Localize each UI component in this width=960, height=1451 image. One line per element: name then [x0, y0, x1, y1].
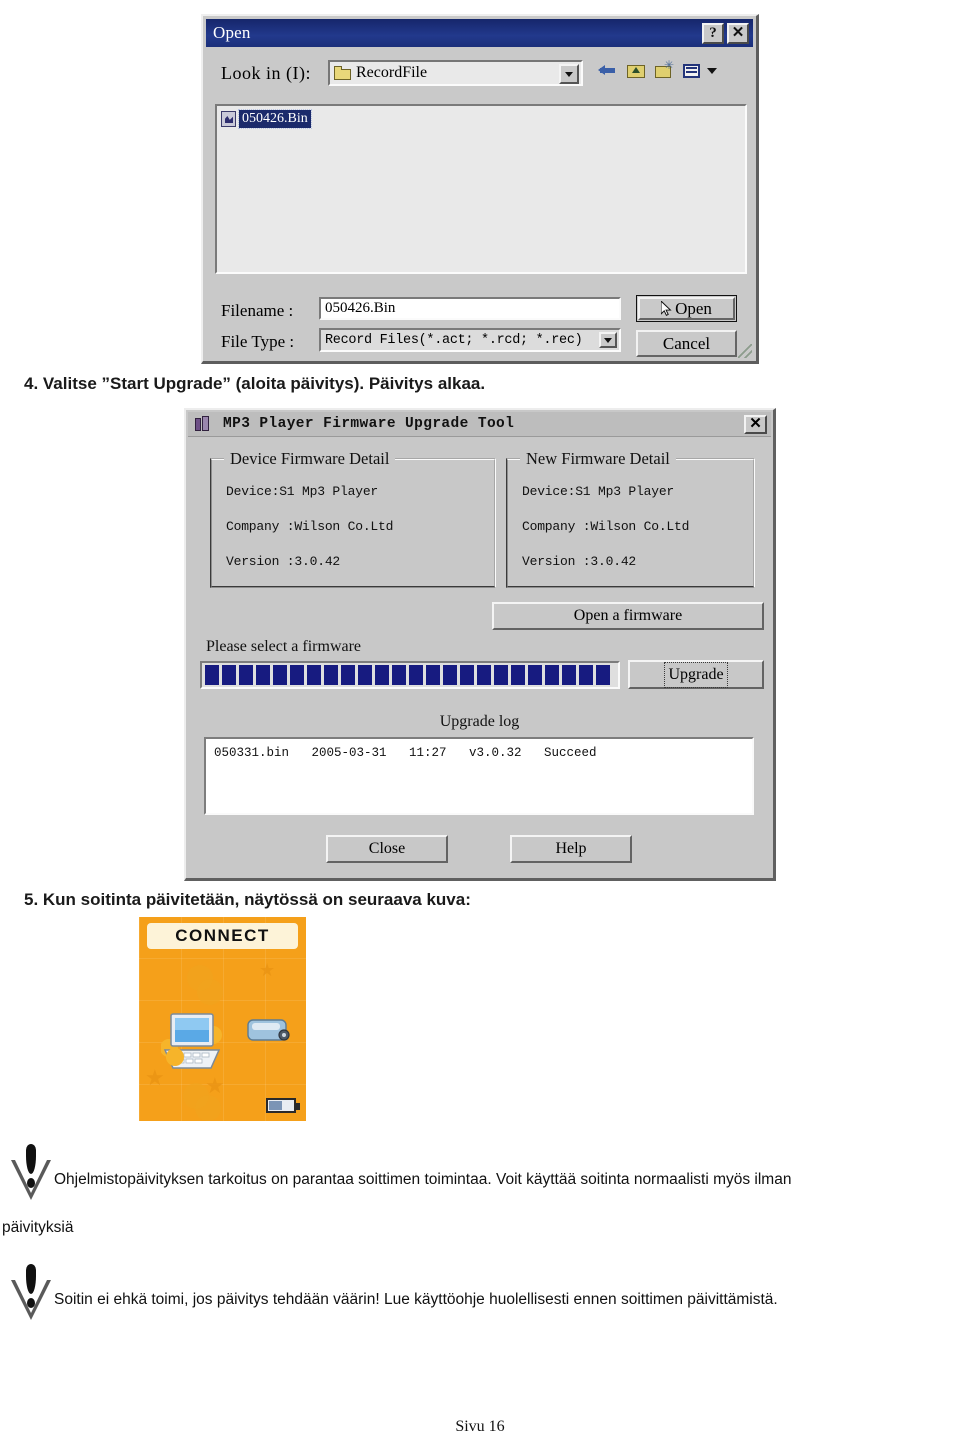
new-firmware-detail-legend: New Firmware Detail	[520, 449, 676, 469]
connect-banner-text: CONNECT	[175, 926, 270, 945]
bin-file-icon	[221, 111, 236, 127]
chevron-down-icon[interactable]	[599, 332, 617, 348]
new-firmware-device: Device:S1 Mp3 Player	[522, 484, 675, 499]
close-icon[interactable]: ✕	[744, 414, 767, 434]
look-in-label: Look in (I):	[221, 63, 311, 83]
page-number: Sivu 16	[455, 1418, 505, 1435]
chevron-down-icon[interactable]	[707, 68, 717, 74]
chevron-down-icon[interactable]	[559, 64, 579, 84]
new-firmware-detail-group: New Firmware Detail Device:S1 Mp3 Player…	[506, 449, 755, 588]
device-firmware-device: Device:S1 Mp3 Player	[226, 484, 379, 499]
step-4-instruction: 4. Valitse ”Start Upgrade” (aloita päivi…	[24, 374, 486, 393]
note-block-1: Ohjelmistopäivityksen tarkoitus on paran…	[8, 1142, 938, 1202]
new-folder-icon[interactable]	[654, 59, 674, 80]
warning-icon	[8, 1142, 54, 1202]
filetype-label: File Type :	[221, 332, 295, 351]
resize-grip-icon[interactable]	[738, 344, 752, 358]
note-1-continuation: päivityksiä	[2, 1219, 74, 1236]
mouse-cursor-icon	[661, 301, 672, 316]
device-firmware-company: Company :Wilson Co.Ltd	[226, 519, 394, 534]
folder-icon	[334, 66, 351, 80]
note-1-text: Ohjelmistopäivityksen tarkoitus on paran…	[54, 1171, 792, 1188]
open-a-firmware-label: Open a firmware	[573, 607, 683, 624]
filename-input[interactable]: 050426.Bin	[319, 297, 621, 320]
device-firmware-detail-legend: Device Firmware Detail	[224, 449, 396, 469]
new-firmware-company: Company :Wilson Co.Ltd	[522, 519, 690, 534]
open-button[interactable]: Open	[636, 295, 737, 322]
filetype-value: Record Files(*.act; *.rcd; *.rec)	[325, 332, 583, 348]
firmware-upgrade-tool-window: MP3 Player Firmware Upgrade Tool ✕ Devic…	[184, 408, 776, 881]
device-firmware-version: Version :3.0.42	[226, 554, 341, 569]
upgrade-progress-bar	[200, 661, 620, 689]
file-name-label: 050426.Bin	[238, 109, 312, 129]
open-dialog-toolbar	[598, 59, 717, 80]
look-in-combobox[interactable]: RecordFile	[328, 60, 583, 86]
upgrade-log-box[interactable]: 050331.bin 2005-03-31 11:27 v3.0.32 Succ…	[204, 737, 754, 815]
firmware-tool-titlebar[interactable]: MP3 Player Firmware Upgrade Tool ✕	[188, 412, 771, 437]
upgrade-log-title: Upgrade log	[439, 713, 520, 730]
warning-icon	[8, 1262, 54, 1322]
open-dialog-title: Open	[213, 23, 251, 42]
firmware-tool-title: MP3 Player Firmware Upgrade Tool	[223, 416, 515, 432]
close-icon[interactable]: ✕	[727, 22, 749, 44]
open-dialog-titlebar-buttons: ? ✕	[702, 22, 749, 44]
open-button-label: Open	[675, 298, 712, 318]
mp3-player-icon	[247, 1019, 290, 1041]
filetype-select[interactable]: Record Files(*.act; *.rcd; *.rec)	[319, 328, 621, 352]
look-in-row: Look in (I): RecordFile	[215, 59, 746, 90]
open-dialog-titlebar[interactable]: Open ? ✕	[206, 19, 753, 47]
firmware-status-text: Please select a firmware	[206, 638, 362, 655]
up-one-level-icon[interactable]	[626, 62, 646, 80]
step-5-instruction: 5. Kun soitinta päivitetään, näytössä on…	[24, 890, 471, 909]
filename-label: Filename :	[221, 301, 294, 320]
device-firmware-detail-group: Device Firmware Detail Device:S1 Mp3 Pla…	[210, 449, 496, 588]
close-button[interactable]: Close	[326, 835, 448, 863]
help-button-label: Help	[555, 840, 587, 857]
laptop-icon	[161, 1013, 222, 1069]
cancel-button[interactable]: Cancel	[636, 330, 737, 357]
cancel-button-label: Cancel	[662, 333, 711, 353]
star-decoration-icon: ★	[259, 960, 276, 980]
close-button-label: Close	[368, 840, 406, 857]
app-icon	[193, 415, 211, 433]
filename-value: 050426.Bin	[325, 300, 396, 316]
note-2-text: Soitin ei ehkä toimi, jos päivitys tehdä…	[54, 1291, 778, 1308]
open-file-dialog: Open ? ✕ Look in (I): RecordFile ✳ 05042…	[201, 14, 759, 364]
log-entry: 050331.bin 2005-03-31 11:27 v3.0.32 Succ…	[214, 746, 597, 760]
view-menu-icon[interactable]	[682, 62, 702, 80]
back-icon[interactable]	[598, 62, 618, 80]
open-a-firmware-button[interactable]: Open a firmware	[492, 602, 764, 630]
note-block-2: Soitin ei ehkä toimi, jos päivitys tehdä…	[8, 1262, 938, 1322]
list-item[interactable]: 050426.Bin	[221, 109, 312, 129]
file-list[interactable]: 050426.Bin	[215, 104, 747, 274]
upgrade-button[interactable]: Upgrade	[628, 660, 764, 689]
look-in-value: RecordFile	[356, 64, 428, 81]
help-button[interactable]: Help	[510, 835, 632, 863]
document-page: Open ? ✕ Look in (I): RecordFile ✳ 05042…	[0, 0, 960, 1451]
battery-icon	[266, 1098, 300, 1113]
help-button[interactable]: ?	[702, 22, 724, 44]
player-connect-screen: ★ ★ ★ ★ CONNECT	[139, 917, 306, 1121]
new-firmware-version: Version :3.0.42	[522, 554, 637, 569]
connect-banner: CONNECT	[147, 923, 298, 949]
upgrade-button-label: Upgrade	[664, 661, 728, 688]
